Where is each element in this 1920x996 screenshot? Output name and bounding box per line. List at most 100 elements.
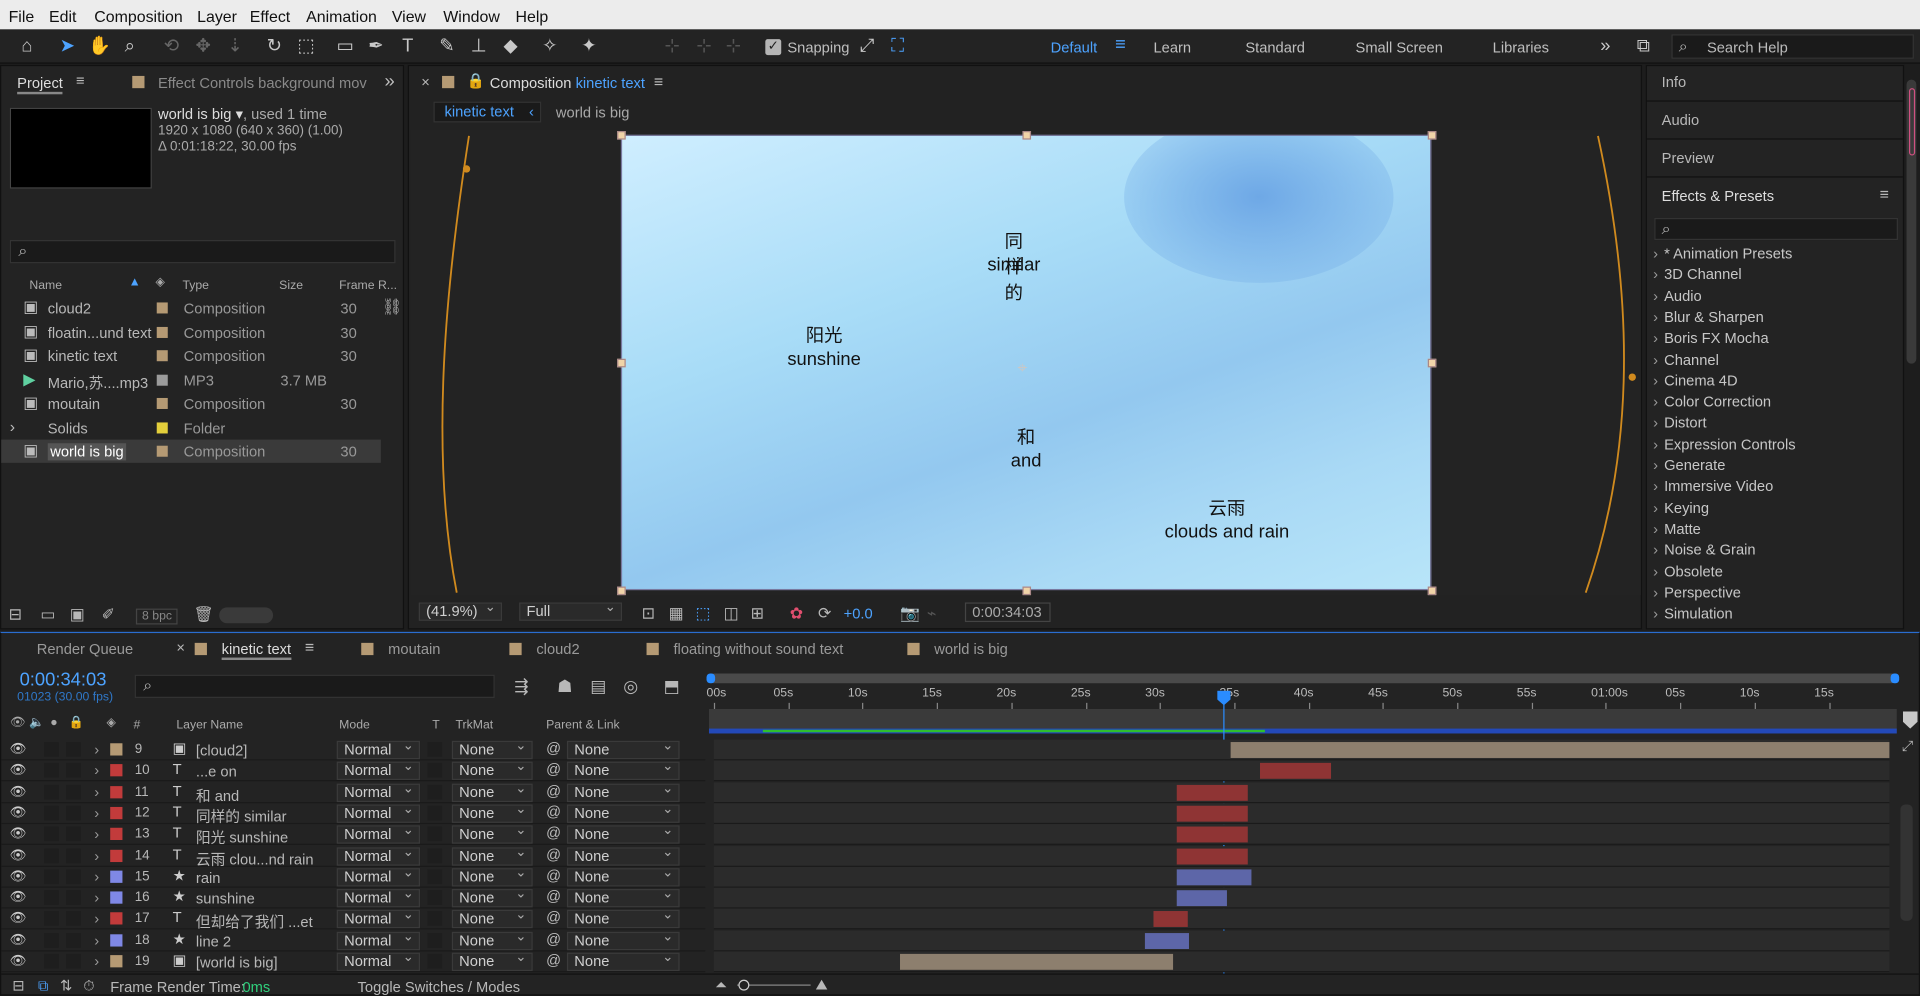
- tab-cloud2[interactable]: cloud2: [536, 640, 579, 657]
- tab-world-is-big[interactable]: world is big: [934, 640, 1008, 657]
- effect-category[interactable]: › Expression Controls: [1653, 436, 1796, 453]
- col-parent[interactable]: Parent & Link: [546, 719, 620, 732]
- bpc-label[interactable]: 8 bpc: [135, 608, 179, 625]
- preserve-transparency-switch[interactable]: [427, 763, 443, 778]
- clone-stamp-icon[interactable]: ⊥: [468, 36, 490, 58]
- parent-dropdown[interactable]: None: [566, 865, 680, 887]
- menu-window[interactable]: Window: [443, 7, 500, 25]
- mode-dropdown[interactable]: Normal: [336, 865, 421, 887]
- channels-icon[interactable]: ✿: [790, 604, 803, 624]
- eye-icon[interactable]: 👁: [10, 847, 27, 863]
- project-item[interactable]: › Solids Folder: [1, 416, 381, 439]
- selection-tool-icon[interactable]: ➤: [56, 36, 78, 58]
- effect-category[interactable]: › Generate: [1653, 457, 1725, 474]
- transform-handle[interactable]: [1022, 586, 1032, 596]
- project-item[interactable]: ▣ cloud2 Composition 30: [1, 296, 381, 319]
- pickwhip-icon[interactable]: @: [546, 761, 561, 778]
- effect-category[interactable]: › Boris FX Mocha: [1653, 330, 1769, 347]
- lock-column-icon[interactable]: 🔒: [69, 716, 84, 729]
- lock-switch[interactable]: [66, 932, 81, 948]
- layer-row[interactable]: 👁 › 19 ▣ [world is big] Normal None @ None: [1, 950, 706, 973]
- eye-icon[interactable]: 👁: [10, 762, 27, 778]
- pickwhip-icon[interactable]: @: [546, 888, 561, 905]
- layer-row[interactable]: 👁 › 17 T 但却给了我们 ...et Normal None @ None: [1, 908, 706, 931]
- twirl-chevron-icon[interactable]: ›: [94, 847, 99, 864]
- work-area-end[interactable]: [1890, 673, 1900, 684]
- lock-switch[interactable]: [66, 805, 81, 821]
- layer-label-swatch[interactable]: [110, 891, 123, 904]
- time-ruler[interactable]: 00s05s10s15s20s25s30s35s40s45s50s55s01:0…: [707, 684, 1897, 709]
- project-item[interactable]: ▣ floatin...und text Composition 30: [1, 320, 381, 343]
- tab-effect-controls[interactable]: Effect Controls background mov: [158, 75, 367, 92]
- layer-label-swatch[interactable]: [110, 870, 123, 883]
- toggle-switches-modes[interactable]: Toggle Switches / Modes: [358, 978, 521, 995]
- parent-dropdown[interactable]: None: [566, 950, 680, 972]
- flowchart-icon[interactable]: ⛓: [382, 298, 402, 318]
- layer-duration-bar[interactable]: [1231, 742, 1890, 758]
- effect-category[interactable]: › 3D Channel: [1653, 266, 1742, 283]
- twirl-chevron-icon[interactable]: ›: [94, 868, 99, 885]
- graph-editor-icon[interactable]: ⬒: [664, 676, 680, 697]
- trkmat-dropdown[interactable]: None: [451, 802, 533, 823]
- layer-name[interactable]: sunshine: [196, 890, 255, 907]
- mode-dropdown[interactable]: Normal: [336, 950, 421, 972]
- project-item[interactable]: ▶ Mario,苏....mp3 MP3 3.7 MB: [1, 368, 381, 391]
- effect-category[interactable]: › Matte: [1653, 520, 1701, 537]
- layer-label-swatch[interactable]: [110, 955, 123, 968]
- eye-icon[interactable]: 👁: [10, 889, 27, 905]
- parent-dropdown[interactable]: None: [566, 738, 680, 760]
- timeline-search-input[interactable]: ⌕: [134, 674, 495, 698]
- comp-menu-icon[interactable]: ≡: [654, 72, 663, 90]
- twirl-chevron-icon[interactable]: ›: [94, 826, 99, 843]
- comp-button-icon[interactable]: ⤢: [1902, 737, 1914, 755]
- brush-tool-icon[interactable]: ✎: [436, 36, 458, 58]
- label-column-icon[interactable]: ◈: [107, 716, 116, 729]
- parent-dropdown[interactable]: None: [566, 781, 680, 802]
- audio-switch[interactable]: [44, 869, 59, 884]
- trkmat-dropdown[interactable]: None: [451, 929, 533, 950]
- timeline-menu-icon[interactable]: ≡: [305, 638, 314, 656]
- parent-dropdown[interactable]: None: [566, 929, 680, 950]
- transform-handle[interactable]: [1427, 131, 1437, 140]
- layer-row[interactable]: 👁 › 13 T 阳光 sunshine Normal None @ None: [1, 823, 706, 846]
- mode-dropdown[interactable]: Normal: [336, 802, 421, 823]
- transform-handle[interactable]: [617, 586, 626, 596]
- parent-dropdown[interactable]: None: [566, 760, 680, 781]
- audio-switch[interactable]: [44, 763, 59, 778]
- layer-name[interactable]: line 2: [196, 933, 231, 950]
- mode-dropdown[interactable]: Normal: [336, 844, 421, 866]
- zoom-out-icon[interactable]: ⏶: [715, 976, 727, 994]
- eye-icon[interactable]: 👁: [10, 868, 27, 884]
- eye-icon[interactable]: 👁: [10, 741, 27, 757]
- trkmat-dropdown[interactable]: None: [451, 823, 533, 844]
- rotate-tool-icon[interactable]: ↻: [263, 36, 285, 58]
- thumbnail-slider[interactable]: [219, 607, 274, 624]
- home-icon[interactable]: ⌂: [16, 36, 38, 58]
- anchor-point-icon[interactable]: ⌖: [1018, 358, 1028, 379]
- trkmat-dropdown[interactable]: None: [451, 950, 533, 972]
- layer-label-swatch[interactable]: [110, 743, 123, 756]
- effect-category[interactable]: › Keying: [1653, 499, 1709, 516]
- effect-category[interactable]: › * Animation Presets: [1653, 245, 1792, 262]
- layer-name[interactable]: rain: [196, 869, 221, 886]
- pickwhip-icon[interactable]: @: [546, 930, 561, 947]
- col-mode[interactable]: Mode: [339, 719, 370, 732]
- preserve-transparency-switch[interactable]: [427, 953, 443, 969]
- effect-category[interactable]: › Color Correction: [1653, 393, 1771, 410]
- lock-switch[interactable]: [66, 784, 81, 800]
- effects-search-input[interactable]: ⌕: [1654, 217, 1898, 241]
- layer-name[interactable]: [cloud2]: [196, 742, 247, 759]
- trkmat-dropdown[interactable]: None: [451, 760, 533, 781]
- parent-dropdown[interactable]: None: [566, 887, 680, 908]
- workspace-learn[interactable]: Learn: [1153, 39, 1191, 56]
- menu-help[interactable]: Help: [516, 7, 549, 25]
- layer-row[interactable]: 👁 › 15 ★ rain Normal None @ None: [1, 865, 706, 888]
- trkmat-dropdown[interactable]: None: [451, 887, 533, 908]
- pan-camera-icon[interactable]: ✥: [192, 36, 214, 58]
- preserve-transparency-switch[interactable]: [427, 805, 443, 821]
- twirl-chevron-icon[interactable]: ›: [94, 783, 99, 800]
- eye-icon[interactable]: 👁: [10, 931, 27, 948]
- eye-icon[interactable]: 👁: [10, 910, 27, 927]
- guides-icon[interactable]: ◫: [724, 604, 739, 624]
- tab-project[interactable]: Project: [17, 75, 63, 95]
